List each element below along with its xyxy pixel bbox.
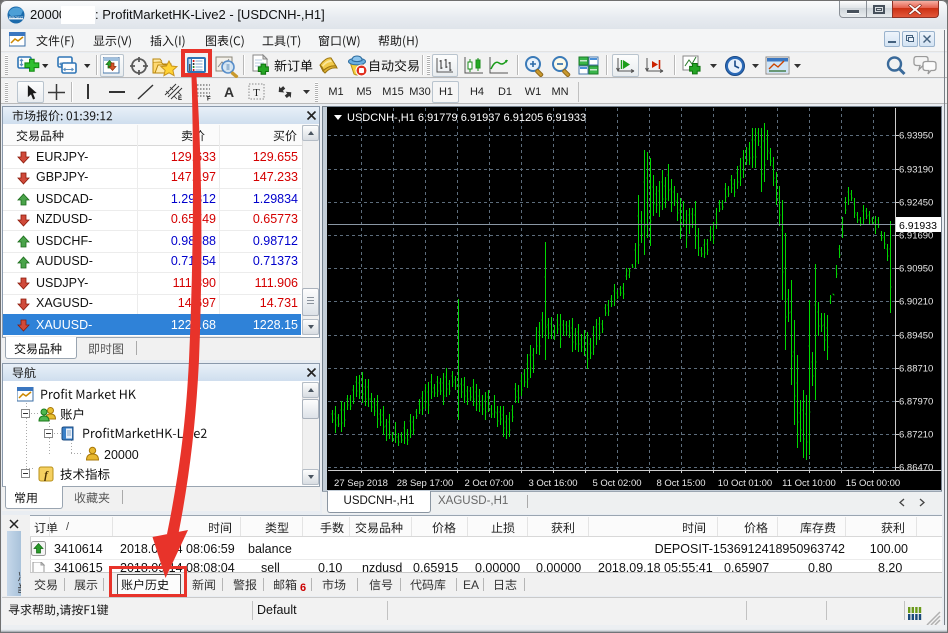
svg-text:6.87210: 6.87210	[899, 430, 933, 441]
svg-text:6.87970: 6.87970	[899, 397, 933, 408]
svg-text:F: F	[207, 97, 211, 102]
svg-text:11 Oct 10:00: 11 Oct 10:00	[782, 478, 836, 489]
svg-text:6.91690: 6.91690	[899, 231, 933, 242]
svg-text:6.89450: 6.89450	[899, 331, 933, 342]
svg-text:6.90210: 6.90210	[899, 297, 933, 308]
svg-text:6.86470: 6.86470	[899, 463, 933, 474]
svg-text:PROFIT: PROFIT	[9, 15, 24, 20]
svg-text:6.92450: 6.92450	[899, 198, 933, 209]
svg-text:27 Sep 2018: 27 Sep 2018	[334, 478, 388, 489]
svg-text:3 Oct 16:00: 3 Oct 16:00	[528, 478, 577, 489]
svg-text:8 Oct 15:00: 8 Oct 15:00	[656, 478, 705, 489]
svg-text:T: T	[253, 87, 260, 99]
svg-text:6.90950: 6.90950	[899, 264, 933, 275]
svg-text:6.91933: 6.91933	[899, 220, 937, 232]
svg-text:2 Oct 07:00: 2 Oct 07:00	[464, 478, 513, 489]
svg-text:6.88710: 6.88710	[899, 364, 933, 375]
svg-text:USDCNH-,H1 6.91779 6.91937 6.: USDCNH-,H1 6.91779 6.91937 6.91205 6.919…	[347, 112, 586, 124]
svg-text:6.93950: 6.93950	[899, 131, 933, 142]
svg-text:10 Oct 01:00: 10 Oct 01:00	[718, 478, 772, 489]
svg-text:28 Sep 17:00: 28 Sep 17:00	[397, 478, 454, 489]
svg-text:E: E	[178, 96, 182, 101]
svg-text:15 Oct 00:00: 15 Oct 00:00	[846, 478, 900, 489]
svg-text:6.93190: 6.93190	[899, 165, 933, 176]
svg-text:5 Oct 02:00: 5 Oct 02:00	[592, 478, 641, 489]
